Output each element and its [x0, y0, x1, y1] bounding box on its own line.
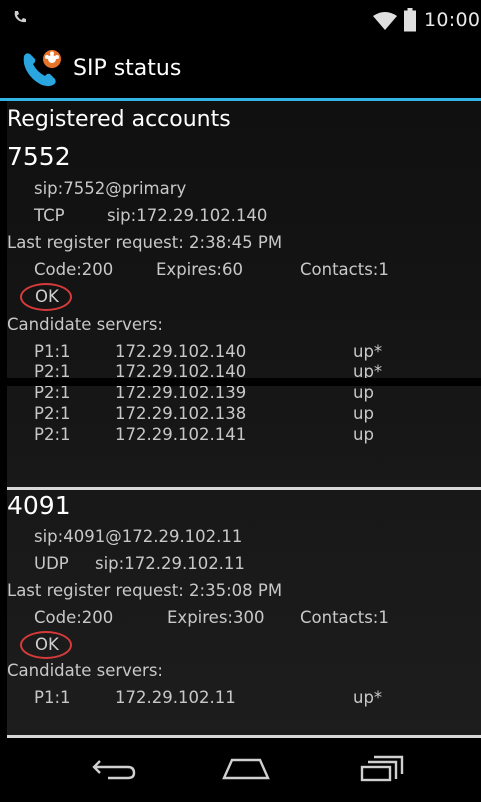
transport: TCP	[34, 206, 65, 225]
last-register-request: Last register request: 2:35:08 PM	[7, 581, 283, 600]
recent-apps-button[interactable]	[352, 752, 412, 788]
phone-call-icon	[12, 9, 28, 29]
candidate-servers-label: Candidate servers:	[7, 661, 163, 680]
server-id: P1:1	[34, 688, 71, 707]
server-id: P1:1	[34, 342, 71, 361]
back-icon	[90, 755, 138, 785]
contacts: Contacts:1	[300, 260, 389, 279]
navigation-bar	[0, 738, 481, 802]
proxy: sip:172.29.102.11	[95, 554, 245, 573]
account-card: 4091 sip:4091@172.29.102.11 UDP sip:172.…	[7, 487, 481, 738]
registration-status: OK	[35, 287, 59, 306]
section-heading: Registered accounts	[7, 107, 231, 132]
transport: UDP	[34, 554, 69, 573]
account-name: 4091	[7, 491, 71, 520]
server-ip: 172.29.102.11	[115, 688, 236, 707]
expires: Expires:300	[167, 608, 265, 627]
home-button[interactable]	[216, 752, 276, 788]
account-uri: sip:7552@primary	[34, 179, 187, 198]
server-state: up*	[353, 688, 383, 707]
expires: Expires:60	[156, 260, 243, 279]
server-ip: 172.29.102.141	[115, 425, 247, 444]
sip-status-content[interactable]: Registered accounts 7552 sip:7552@primar…	[7, 101, 481, 738]
back-button[interactable]	[84, 752, 144, 788]
response-code: Code:200	[34, 608, 114, 627]
status-ok-highlight: OK	[20, 631, 72, 659]
server-id: P2:1	[34, 404, 71, 423]
server-state: up	[353, 404, 374, 423]
server-ip: 172.29.102.140	[115, 342, 247, 361]
battery-icon	[404, 8, 416, 36]
status-ok-highlight: OK	[20, 283, 72, 311]
response-code: Code:200	[34, 260, 114, 279]
server-ip: 172.29.102.138	[115, 404, 247, 423]
account-separator	[7, 378, 481, 386]
candidate-servers-label: Candidate servers:	[7, 315, 163, 334]
server-id: P2:1	[34, 425, 71, 444]
contacts: Contacts:1	[300, 608, 389, 627]
server-state: up	[353, 425, 374, 444]
screen-title: SIP status	[73, 56, 182, 81]
account-divider	[7, 487, 481, 490]
recent-apps-icon	[358, 754, 406, 786]
account-card: 7552 sip:7552@primary TCP sip:172.29.102…	[7, 137, 481, 479]
status-bar: 10:00	[0, 0, 481, 40]
status-clock: 10:00	[424, 9, 481, 31]
account-name: 7552	[7, 142, 71, 171]
proxy: sip:172.29.102.140	[107, 206, 268, 225]
home-icon	[220, 755, 272, 785]
server-state: up*	[353, 342, 383, 361]
wifi-icon	[372, 11, 398, 35]
sip-phone-app-icon[interactable]	[20, 48, 66, 94]
account-uri: sip:4091@172.29.102.11	[34, 527, 243, 546]
last-register-request: Last register request: 2:38:45 PM	[7, 233, 283, 252]
action-bar: SIP status	[0, 40, 481, 98]
registration-status: OK	[35, 635, 59, 654]
